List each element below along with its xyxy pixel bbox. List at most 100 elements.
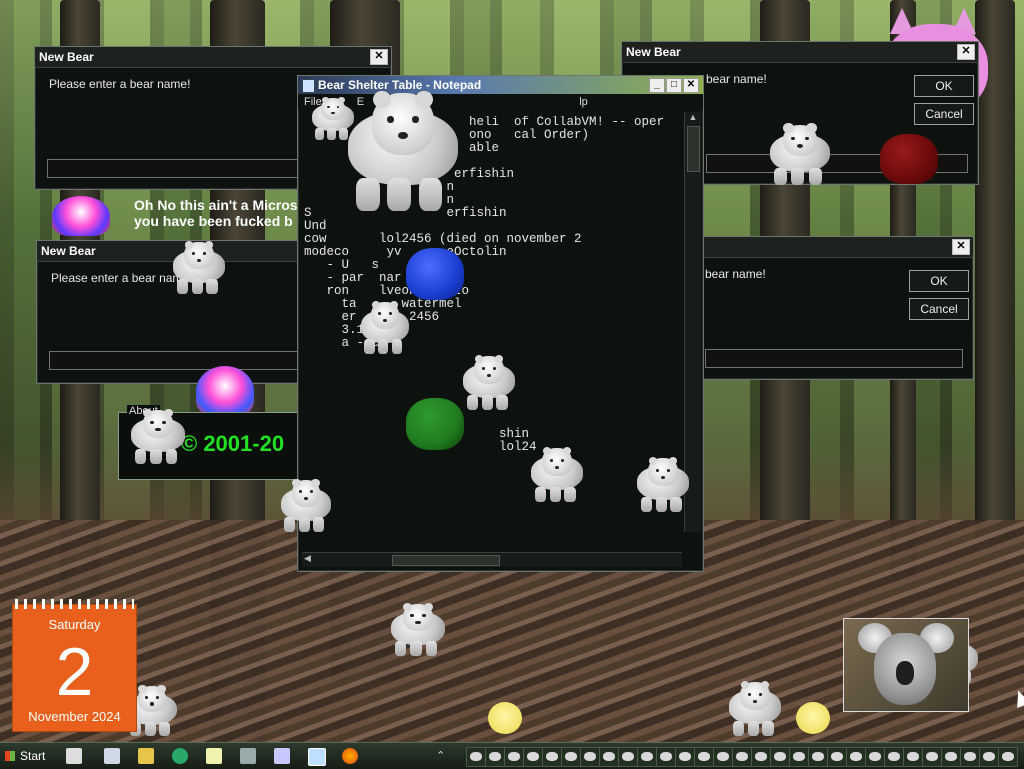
bear-icon [565,752,577,761]
bear-icon [945,752,957,761]
close-button[interactable]: ✕ [957,44,975,60]
taskbar-bear-button[interactable] [846,747,866,767]
taskbar-bear-button[interactable] [485,747,505,767]
bear-icon [850,752,862,761]
bear-name-input[interactable] [47,159,299,178]
bear-name-input[interactable] [705,349,963,368]
taskbar-bear-button[interactable] [618,747,638,767]
bear-icon [527,752,539,761]
chick-sprite[interactable] [488,702,522,734]
taskbar-bear-button[interactable] [656,747,676,767]
taskbar-bear-button[interactable] [466,747,486,767]
koala-photo[interactable] [843,618,969,712]
red-blob-sprite[interactable] [880,134,938,184]
polar-bear-sprite[interactable] [308,96,358,142]
ok-button[interactable]: OK [909,270,969,292]
warning-message: Oh No this ain't a Micros you have been … [134,197,298,229]
quicklaunch-folder-icon[interactable] [138,748,154,764]
quicklaunch-desktop-icon[interactable] [104,748,120,764]
scroll-left-arrow[interactable]: ◀ [304,553,311,564]
taskbar-bear-button[interactable] [561,747,581,767]
bear-name-input[interactable] [49,351,301,370]
polar-bear-sprite[interactable] [526,446,588,504]
taskbar-bear-button[interactable] [580,747,600,767]
quicklaunch-paint-icon[interactable] [274,748,290,764]
cancel-button[interactable]: Cancel [914,103,974,125]
quicklaunch-calculator-icon[interactable] [240,748,256,764]
polar-bear-sprite[interactable] [356,300,414,356]
taskbar-bear-button[interactable] [675,747,695,767]
bear-icon [926,752,938,761]
dialog-titlebar[interactable]: New Bear ✕ [622,42,978,63]
bear-icon [622,752,634,761]
polar-bear-sprite[interactable] [764,122,836,188]
taskbar-bear-button[interactable] [523,747,543,767]
calendar-widget[interactable]: Saturday 2 November 2024 [12,599,137,732]
taskbar-bear-button[interactable] [542,747,562,767]
close-button[interactable]: ✕ [370,49,388,65]
bear-icon [888,752,900,761]
taskbar-bear-button[interactable] [599,747,619,767]
bear-icon [1002,752,1014,761]
taskbar-bear-button[interactable] [770,747,790,767]
polar-bear-sprite[interactable] [458,354,520,412]
mushroom-sprite[interactable] [52,196,110,236]
taskbar-bear-button[interactable] [865,747,885,767]
bear-icon [470,752,482,761]
polar-bear-sprite[interactable] [276,478,336,534]
polar-bear-sprite[interactable] [724,680,786,738]
maximize-button[interactable]: □ [666,78,682,93]
close-button[interactable]: ✕ [683,78,699,93]
quicklaunch-notepad-icon[interactable] [206,748,222,764]
green-blob-sprite[interactable] [406,398,464,450]
quicklaunch-sheep-icon[interactable] [66,748,82,764]
bear-icon [964,752,976,761]
taskbar-bear-button[interactable] [713,747,733,767]
dialog-titlebar[interactable]: New Bear ✕ [35,47,391,68]
scroll-up-arrow[interactable]: ▲ [685,112,701,124]
taskbar-bear-button[interactable] [637,747,657,767]
bear-icon [831,752,843,761]
tray-expand-icon[interactable]: ⌃ [436,749,445,762]
dialog-prompt: bear name! [706,72,767,86]
taskbar-bear-button[interactable] [694,747,714,767]
polar-bear-sprite[interactable] [168,240,230,296]
quicklaunch-firefox-icon[interactable] [342,748,358,764]
taskbar-bear-button[interactable] [998,747,1018,767]
start-label: Start [20,749,46,763]
taskbar-bear-button[interactable] [789,747,809,767]
ok-button[interactable]: OK [914,75,974,97]
polar-bear-sprite[interactable] [632,456,694,514]
menu-help[interactable]: lp [579,96,588,108]
notepad-icon [302,79,315,93]
taskbar-bear-button[interactable] [751,747,771,767]
taskbar-bear-button[interactable] [903,747,923,767]
taskbar-bear-button[interactable] [884,747,904,767]
quicklaunch-edge-icon[interactable] [172,748,188,764]
taskbar-bear-button[interactable] [808,747,828,767]
polar-bear-sprite[interactable] [386,602,450,658]
bear-icon [793,752,805,761]
taskbar-bear-button[interactable] [979,747,999,767]
scroll-thumb[interactable] [687,126,700,172]
taskbar-bear-button[interactable] [941,747,961,767]
h-scroll-thumb[interactable] [392,555,500,566]
polar-bear-sprite[interactable] [126,408,190,466]
mushroom-sprite[interactable] [196,366,254,416]
dialog-prompt: bear name! [705,267,766,281]
warning-line-2: you have been fucked b [134,213,293,229]
taskbar-bear-button[interactable] [827,747,847,767]
minimize-button[interactable]: _ [649,78,665,93]
taskbar-bear-button[interactable] [732,747,752,767]
cancel-button[interactable]: Cancel [909,298,969,320]
dialog-title: New Bear [626,45,681,59]
close-button[interactable]: ✕ [952,239,970,255]
chick-sprite[interactable] [796,702,830,734]
taskbar-bear-button[interactable] [922,747,942,767]
horizontal-scrollbar[interactable]: ◀ [302,552,682,567]
task-notepad-icon[interactable] [308,748,326,766]
start-button[interactable]: Start [2,746,56,766]
taskbar-bear-button[interactable] [504,747,524,767]
blue-blob-sprite[interactable] [406,248,464,300]
taskbar-bear-button[interactable] [960,747,980,767]
